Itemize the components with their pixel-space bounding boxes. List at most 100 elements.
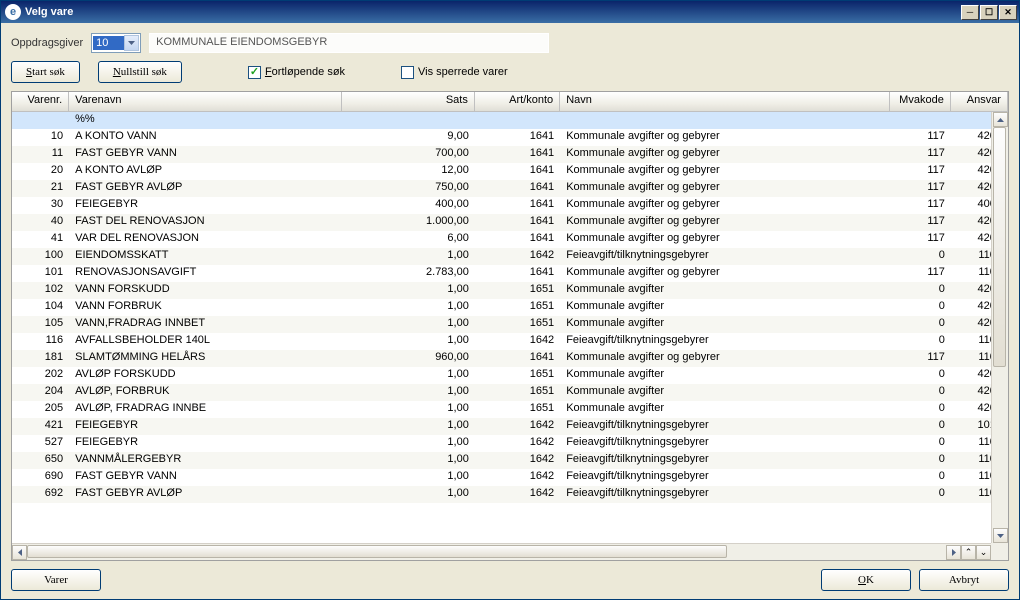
table-row[interactable]: 41VAR DEL RENOVASJON6,001641Kommunale av… xyxy=(12,231,1008,248)
oppdragsgiver-name: KOMMUNALE EIENDOMSGEBYR xyxy=(149,33,549,53)
cell-varenavn: VANN FORSKUDD xyxy=(69,282,342,299)
cell-navn: Feieavgift/tilknytningsgebyrer xyxy=(560,486,890,503)
cell-mvakode: 0 xyxy=(890,435,951,452)
cell-navn: Kommunale avgifter xyxy=(560,299,890,316)
cell-varenavn: FEIEGEBYR xyxy=(69,435,342,452)
cell-artkonto: 1651 xyxy=(475,299,560,316)
table-row[interactable]: 30FEIEGEBYR400,001641Kommunale avgifter … xyxy=(12,197,1008,214)
cell-mvakode: 0 xyxy=(890,469,951,486)
cell-mvakode: 0 xyxy=(890,299,951,316)
cell-navn: Feieavgift/tilknytningsgebyrer xyxy=(560,469,890,486)
cell-mvakode: 0 xyxy=(890,452,951,469)
oppdragsgiver-combo[interactable]: 10 xyxy=(91,33,141,53)
table-row[interactable]: 104VANN FORBRUK1,001651Kommunale avgifte… xyxy=(12,299,1008,316)
scroll-track[interactable] xyxy=(992,127,1008,528)
cell-varenr: 10 xyxy=(12,129,69,146)
titlebar: e Velg vare ─ ☐ ✕ xyxy=(1,1,1019,23)
table-row[interactable]: 100EIENDOMSSKATT1,001642Feieavgift/tilkn… xyxy=(12,248,1008,265)
cell-varenr: 690 xyxy=(12,469,69,486)
grid-header: Varenr. Varenavn Sats Art/konto Navn Mva… xyxy=(12,92,1008,112)
col-artkonto[interactable]: Art/konto xyxy=(475,92,560,111)
cell-navn: Kommunale avgifter xyxy=(560,316,890,333)
oppdragsgiver-code[interactable]: 10 xyxy=(93,36,124,50)
table-row[interactable]: 205AVLØP, FRADRAG INNBE1,001651Kommunale… xyxy=(12,401,1008,418)
table-row[interactable]: 690FAST GEBYR VANN1,001642Feieavgift/til… xyxy=(12,469,1008,486)
expand-up-icon[interactable]: ⌃ xyxy=(961,545,976,560)
avbryt-button[interactable]: Avbryt xyxy=(919,569,1009,591)
close-button[interactable]: ✕ xyxy=(999,5,1017,20)
cell-sats: 1,00 xyxy=(343,384,475,401)
checkbox-icon[interactable] xyxy=(401,66,414,79)
table-row[interactable]: 421FEIEGEBYR1,001642Feieavgift/tilknytni… xyxy=(12,418,1008,435)
cell-navn: Kommunale avgifter og gebyrer xyxy=(560,265,890,282)
cell-artkonto: 1641 xyxy=(475,350,560,367)
table-row[interactable]: 10A KONTO VANN9,001641Kommunale avgifter… xyxy=(12,129,1008,146)
col-navn[interactable]: Navn xyxy=(560,92,890,111)
table-row[interactable]: 102VANN FORSKUDD1,001651Kommunale avgift… xyxy=(12,282,1008,299)
cell-varenr: 40 xyxy=(12,214,69,231)
varer-button[interactable]: Varer xyxy=(11,569,101,591)
col-varenavn[interactable]: Varenavn xyxy=(69,92,342,111)
scroll-thumb[interactable] xyxy=(993,127,1006,367)
cell-mvakode: 0 xyxy=(890,401,951,418)
cell-mvakode: 0 xyxy=(890,384,951,401)
table-row[interactable]: 40FAST DEL RENOVASJON1.000,001641Kommuna… xyxy=(12,214,1008,231)
table-row[interactable]: 105VANN,FRADRAG INNBET1,001651Kommunale … xyxy=(12,316,1008,333)
fortlopende-check[interactable]: Fortløpende søk xyxy=(248,66,345,79)
table-row[interactable]: 101RENOVASJONSAVGIFT2.783,001641Kommunal… xyxy=(12,265,1008,282)
scroll-up-icon[interactable] xyxy=(993,112,1008,127)
col-ansvar[interactable]: Ansvar xyxy=(951,92,1008,111)
scroll-left-icon[interactable] xyxy=(12,545,27,560)
horizontal-scrollbar[interactable]: ⌃ ⌄ xyxy=(12,543,991,560)
cell-sats: 1,00 xyxy=(343,333,475,350)
scroll-down-icon[interactable] xyxy=(993,528,1008,543)
app-icon: e xyxy=(5,4,21,20)
scroll-track[interactable] xyxy=(27,544,946,560)
cell-filter[interactable]: %% xyxy=(69,112,342,129)
table-row[interactable]: 527FEIEGEBYR1,001642Feieavgift/tilknytni… xyxy=(12,435,1008,452)
ok-button[interactable]: OK xyxy=(821,569,911,591)
minimize-button[interactable]: ─ xyxy=(961,5,979,20)
cell-mvakode: 117 xyxy=(890,180,951,197)
nullstill-sok-button[interactable]: Nullstill søk xyxy=(98,61,182,83)
vis-sperrede-check[interactable]: Vis sperrede varer xyxy=(401,66,508,79)
table-row[interactable]: 650VANNMÅLERGEBYR1,001642Feieavgift/tilk… xyxy=(12,452,1008,469)
expand-down-icon[interactable]: ⌄ xyxy=(976,545,991,560)
col-varenr[interactable]: Varenr. xyxy=(12,92,69,111)
table-row[interactable]: 181SLAMTØMMING HELÅRS960,001641Kommunale… xyxy=(12,350,1008,367)
cell-artkonto: 1642 xyxy=(475,486,560,503)
table-row[interactable]: 116AVFALLSBEHOLDER 140L1,001642Feieavgif… xyxy=(12,333,1008,350)
table-row[interactable]: 202AVLØP FORSKUDD1,001651Kommunale avgif… xyxy=(12,367,1008,384)
cell-navn: Kommunale avgifter xyxy=(560,282,890,299)
maximize-button[interactable]: ☐ xyxy=(980,5,998,20)
table-row[interactable]: 21FAST GEBYR AVLØP750,001641Kommunale av… xyxy=(12,180,1008,197)
cell-artkonto: 1642 xyxy=(475,418,560,435)
cell-varenr[interactable] xyxy=(12,112,69,129)
cell-navn: Kommunale avgifter og gebyrer xyxy=(560,163,890,180)
cell-mvakode: 117 xyxy=(890,214,951,231)
table-row[interactable]: 20A KONTO AVLØP12,001641Kommunale avgift… xyxy=(12,163,1008,180)
table-row[interactable]: 11FAST GEBYR VANN700,001641Kommunale avg… xyxy=(12,146,1008,163)
oppdragsgiver-row: Oppdragsgiver 10 KOMMUNALE EIENDOMSGEBYR xyxy=(11,33,1009,53)
cell-sats: 1,00 xyxy=(343,469,475,486)
col-sats[interactable]: Sats xyxy=(342,92,474,111)
col-mvakode[interactable]: Mvakode xyxy=(890,92,951,111)
cell-varenavn: FEIEGEBYR xyxy=(69,197,342,214)
table-row[interactable]: 692FAST GEBYR AVLØP1,001642Feieavgift/ti… xyxy=(12,486,1008,503)
vertical-scrollbar[interactable] xyxy=(991,112,1008,543)
cell-varenavn: FAST GEBYR VANN xyxy=(69,146,342,163)
scroll-right-icon[interactable] xyxy=(946,545,961,560)
cell-varenavn: FAST GEBYR VANN xyxy=(69,469,342,486)
cell-sats: 400,00 xyxy=(343,197,475,214)
table-row[interactable]: 204AVLØP, FORBRUK1,001651Kommunale avgif… xyxy=(12,384,1008,401)
start-sok-button[interactable]: Start søk xyxy=(11,61,80,83)
filter-row[interactable]: %% xyxy=(12,112,1008,129)
cell-sats: 700,00 xyxy=(343,146,475,163)
chevron-down-icon[interactable] xyxy=(124,35,139,51)
cell-varenr: 102 xyxy=(12,282,69,299)
cell-sats: 1,00 xyxy=(343,282,475,299)
checkbox-icon[interactable] xyxy=(248,66,261,79)
cell-varenavn: FAST DEL RENOVASJON xyxy=(69,214,342,231)
scroll-thumb[interactable] xyxy=(27,545,727,558)
cell-artkonto: 1641 xyxy=(475,180,560,197)
